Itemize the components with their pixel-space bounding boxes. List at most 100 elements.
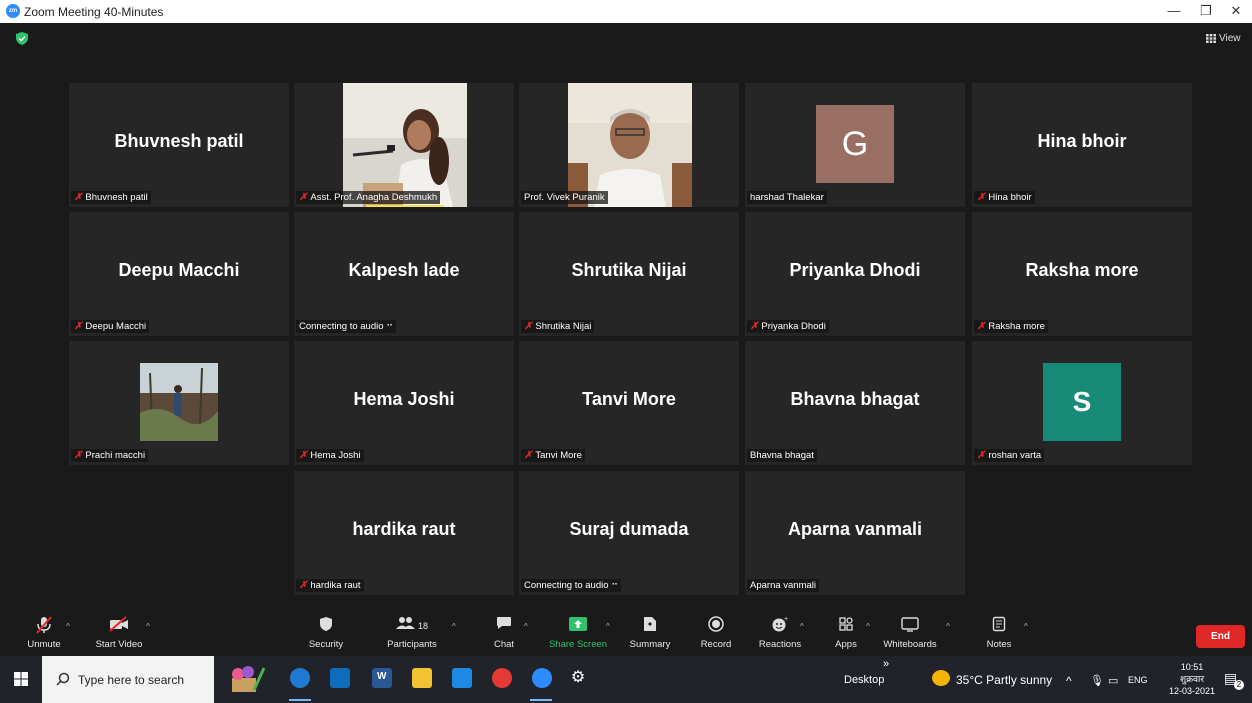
video-tile[interactable]: Hema Joshi ✗ Hema Joshi (294, 341, 514, 465)
video-tile[interactable]: Tanvi More ✗ Tanvi More (519, 341, 739, 465)
video-options-caret[interactable]: ^ (146, 622, 150, 631)
unmute-button[interactable]: Unmute (24, 616, 64, 650)
video-tile[interactable]: Deepu Macchi ✗ Deepu Macchi (69, 212, 289, 336)
clock[interactable]: 10:51 शुक्रवार 12-03-2021 (1164, 661, 1220, 697)
video-tile[interactable]: ✗ Asst. Prof. Anagha Deshmukh (294, 83, 514, 207)
view-button[interactable]: View (1206, 33, 1241, 44)
participant-display-name: Hina bhoir (1037, 131, 1127, 151)
whiteboard-icon (876, 616, 944, 636)
notes-button[interactable]: Notes (984, 616, 1014, 650)
participant-name-label: ✗ Priyanka Dhodi (747, 320, 829, 333)
notifications-icon[interactable]: ▤ 2 (1224, 670, 1244, 690)
video-tile[interactable]: Prof. Vivek Puranik (519, 83, 739, 207)
video-tile[interactable]: Bhuvnesh patil ✗ Bhuvnesh patil (69, 83, 289, 207)
video-tile[interactable]: Bhavna bhagat Bhavna bhagat (745, 341, 965, 465)
chat-button[interactable]: Chat (490, 616, 518, 650)
participant-display-name: Tanvi More (582, 389, 676, 409)
share-screen-button[interactable]: Share Screen (548, 616, 608, 650)
participants-options-caret[interactable]: ^ (452, 622, 456, 631)
participant-name-label: Bhavna bhagat (747, 449, 817, 462)
end-meeting-button[interactable]: End (1196, 625, 1245, 648)
muted-mic-icon: ✗ (74, 192, 83, 203)
word-icon[interactable]: W (372, 668, 392, 688)
whiteboards-options-caret[interactable]: ^ (946, 622, 950, 631)
muted-mic-icon: ✗ (977, 192, 986, 203)
file-explorer-icon[interactable] (412, 668, 432, 688)
chrome-icon[interactable] (492, 668, 512, 688)
apps-options-caret[interactable]: ^ (866, 622, 870, 631)
weather-text[interactable]: 35°C Partly sunny (956, 673, 1052, 687)
participant-display-name: Raksha more (1025, 260, 1139, 280)
notes-options-caret[interactable]: ^ (1024, 622, 1028, 631)
language-indicator[interactable]: ENG (1128, 675, 1148, 685)
network-tray-icon[interactable]: ▭ (1108, 674, 1118, 687)
security-button[interactable]: Security (306, 616, 346, 650)
zoom-app-icon: zm (6, 4, 20, 18)
record-button[interactable]: Record (698, 616, 734, 650)
zoom-taskbar-icon[interactable] (532, 668, 552, 688)
grid-icon (1206, 34, 1216, 43)
video-tile[interactable]: Priyanka Dhodi ✗ Priyanka Dhodi (745, 212, 965, 336)
muted-mic-icon: ✗ (524, 450, 533, 461)
participant-display-name: Aparna vanmali (787, 519, 923, 539)
weather-icon[interactable] (932, 670, 950, 686)
muted-mic-icon: ✗ (750, 321, 759, 332)
search-icon (56, 672, 70, 686)
apps-button[interactable]: Apps (830, 616, 862, 650)
video-tile[interactable]: hardika raut ✗ hardika raut (294, 471, 514, 595)
video-tile[interactable]: Hina bhoir ✗ Hina bhoir (972, 83, 1192, 207)
participant-display-name: hardika raut (352, 519, 456, 539)
reactions-options-caret[interactable]: ^ (800, 622, 804, 631)
video-tile[interactable]: Shrutika Nijai ✗ Shrutika Nijai (519, 212, 739, 336)
taskbar-search-box[interactable]: Type here to search (42, 656, 214, 703)
reactions-button[interactable]: + Reactions (758, 616, 802, 650)
shield-icon (306, 616, 346, 636)
connecting-audio-label: Connecting to audio ⠒ (521, 579, 622, 592)
video-tile[interactable]: ✗ Prachi macchi (69, 341, 289, 465)
chat-bubble-icon (490, 616, 518, 636)
participant-video-man (568, 83, 692, 207)
participant-display-name: Shrutika Nijai (571, 260, 687, 280)
share-options-caret[interactable]: ^ (606, 622, 610, 631)
close-button[interactable]: ✕ (1222, 2, 1250, 20)
edge-browser-icon[interactable] (290, 668, 310, 688)
window-title: Zoom Meeting 40-Minutes (24, 5, 164, 19)
search-highlight-image-icon[interactable] (226, 664, 266, 694)
microsoft-store-icon[interactable] (330, 668, 350, 688)
video-tile[interactable]: G harshad Thalekar (745, 83, 965, 207)
video-tile[interactable]: Kalpesh lade Connecting to audio ⠒ (294, 212, 514, 336)
video-tile[interactable]: S ✗ roshan varta (972, 341, 1192, 465)
participant-video-field (140, 363, 218, 441)
share-screen-icon (548, 616, 608, 636)
participant-name-label: ✗ Deepu Macchi (71, 320, 150, 333)
desktop-toolbar[interactable]: Desktop (844, 674, 884, 686)
summary-button[interactable]: Summary (628, 616, 672, 650)
notification-count: 2 (1234, 680, 1244, 690)
participants-button[interactable]: 18 Participants (384, 616, 440, 650)
windows-start-icon[interactable] (14, 672, 28, 686)
maximize-button[interactable]: ❐ (1192, 2, 1220, 20)
participant-name-label: harshad Thalekar (747, 191, 827, 204)
clock-time: 10:51 (1180, 662, 1204, 672)
whiteboards-button[interactable]: Whiteboards (876, 616, 944, 650)
participant-name-label: ✗ Raksha more (974, 320, 1048, 333)
audio-options-caret[interactable]: ^ (66, 622, 70, 631)
start-video-button[interactable]: Start Video (94, 616, 144, 650)
participant-name-label: Aparna vanmali (747, 579, 820, 592)
chat-options-caret[interactable]: ^ (524, 622, 528, 631)
video-tile[interactable]: Suraj dumada Connecting to audio ⠒ (519, 471, 739, 595)
microphone-tray-icon[interactable]: 🎙 (1090, 674, 1104, 687)
video-tile[interactable]: Raksha more ✗ Raksha more (972, 212, 1192, 336)
settings-gear-icon[interactable]: ⚙ (568, 668, 588, 688)
minimize-button[interactable]: — (1160, 2, 1188, 20)
participant-display-name: Bhavna bhagat (790, 389, 920, 409)
meeting-area: View Bhuvnesh patil ✗ Bhuvnesh patil ✗ Ass… (0, 23, 1252, 610)
participant-display-name: Hema Joshi (353, 389, 455, 409)
encryption-shield-icon[interactable] (16, 32, 28, 45)
muted-mic-icon: ✗ (299, 450, 308, 461)
muted-mic-icon: ✗ (299, 580, 308, 591)
video-tile[interactable]: Aparna vanmali Aparna vanmali (745, 471, 965, 595)
toolbar-chevron[interactable]: » (883, 658, 889, 670)
mail-icon[interactable] (452, 668, 472, 688)
hidden-icons-caret[interactable]: ^ (1066, 674, 1072, 688)
